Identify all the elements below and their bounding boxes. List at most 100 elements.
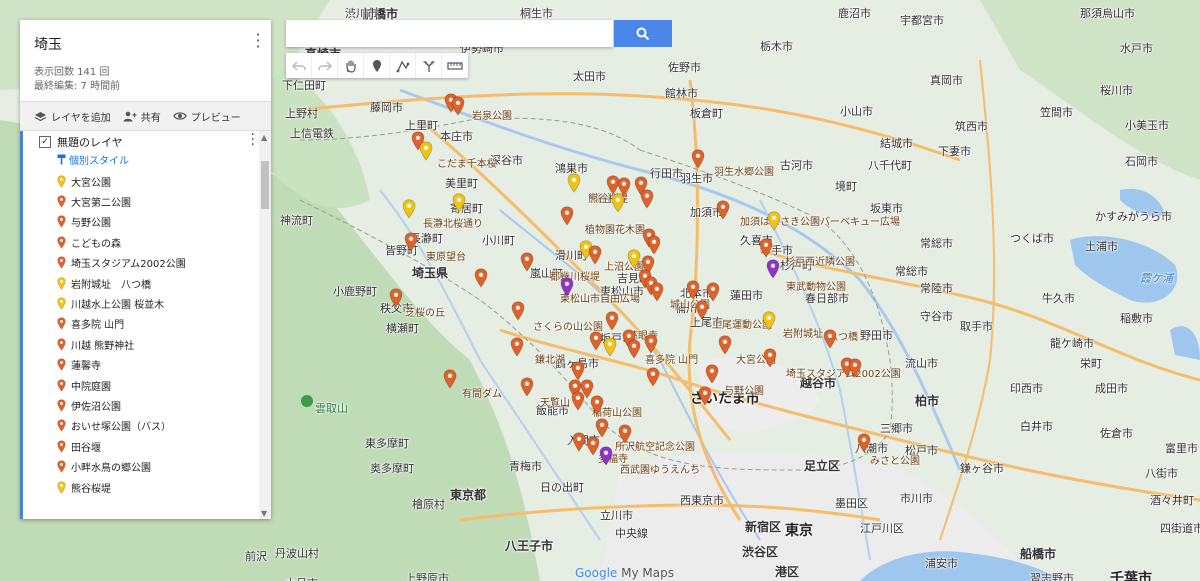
place-list-item[interactable]: 蓮馨寺 [57, 355, 271, 375]
map-pin[interactable] [520, 252, 534, 272]
map-place-label[interactable]: 与野公園 [724, 382, 764, 397]
map-place-label[interactable]: 西武園ゆうえんち [620, 461, 700, 476]
place-list-item[interactable]: 中院庭園 [57, 375, 271, 395]
map-place-label[interactable]: 羽生水郷公園 [714, 163, 774, 178]
map-pin[interactable] [762, 311, 776, 331]
map-place-label[interactable]: 東原望台 [426, 248, 466, 263]
map-pin[interactable] [560, 277, 574, 297]
map-pin[interactable] [695, 300, 709, 320]
map-title[interactable]: 埼玉 [34, 34, 257, 54]
map-pin[interactable] [510, 337, 524, 357]
map-pin[interactable] [627, 249, 641, 269]
place-list-item[interactable]: 喜多院 山門 [57, 314, 271, 334]
map-pin[interactable] [402, 199, 416, 219]
map-pin[interactable] [603, 337, 617, 357]
map-place-label[interactable]: 芝桜の丘 [405, 304, 445, 319]
place-list-item[interactable]: こどもの森 [57, 232, 271, 252]
individual-style-link[interactable]: 個別スタイル [23, 153, 271, 171]
map-place-label[interactable]: 天覧山 [540, 394, 570, 409]
place-list-item[interactable]: 田谷堰 [57, 436, 271, 456]
map-pin[interactable] [571, 361, 585, 381]
pan-hand-button[interactable] [338, 53, 364, 78]
place-list-item[interactable]: 熊谷桜堤 [57, 477, 271, 497]
map-pin[interactable] [560, 206, 574, 226]
place-list-item[interactable]: 大宮公園 [57, 171, 271, 191]
map-pin[interactable] [646, 367, 660, 387]
map-place-label[interactable]: 杉戸西近隣公園 [785, 253, 855, 268]
map-place-label[interactable]: 長瀞北桜通り [423, 215, 483, 230]
add-layer-button[interactable]: レイヤを追加 [34, 109, 111, 124]
map-pin[interactable] [611, 193, 625, 213]
search-button[interactable] [614, 20, 672, 47]
map-pin[interactable] [443, 369, 457, 389]
map-place-label[interactable]: 東武動物公園 [786, 278, 846, 293]
map-pin[interactable] [520, 377, 534, 397]
place-list-item[interactable]: 大宮第二公園 [57, 191, 271, 211]
map-pin[interactable] [716, 200, 730, 220]
map-pin[interactable] [419, 141, 433, 161]
map-pin[interactable] [452, 193, 466, 213]
map-pin[interactable] [451, 96, 465, 116]
map-pin[interactable] [588, 245, 602, 265]
map-pin[interactable] [644, 334, 658, 354]
map-pin[interactable] [823, 329, 837, 349]
map-place-label[interactable]: 岩附城址 [783, 325, 823, 340]
map-pin[interactable] [511, 301, 525, 321]
map-pin[interactable] [766, 259, 780, 279]
scroll-down-icon[interactable]: ▼ [261, 509, 267, 518]
place-list-item[interactable]: 川越水上公園 桜並木 [57, 293, 271, 313]
map-pin[interactable] [686, 280, 700, 300]
map-place-label[interactable]: 有間ダム [462, 385, 502, 400]
place-list-item[interactable]: 小畔水鳥の郷公園 [57, 456, 271, 476]
map-place-label[interactable]: 植物園花木園 [585, 221, 645, 236]
map-place-label[interactable]: 加須はなさき公園バーベキュー広場 [740, 213, 900, 228]
map-place-label[interactable]: 都幾川桜堤 [550, 268, 600, 283]
share-button[interactable]: 共有 [123, 109, 161, 124]
map-place-label[interactable]: こだま千本桜 [437, 155, 497, 170]
map-pin[interactable] [572, 432, 586, 452]
map-pin[interactable] [589, 331, 603, 351]
map-pin[interactable] [474, 268, 488, 288]
map-pin[interactable] [605, 311, 619, 331]
map-pin[interactable] [691, 149, 705, 169]
layer-name[interactable]: 無題のレイヤ [57, 134, 123, 150]
map-pin[interactable] [595, 418, 609, 438]
map-pin[interactable] [590, 395, 604, 415]
map-pin[interactable] [763, 348, 777, 368]
map-pin[interactable] [848, 358, 862, 378]
layer-options-menu-icon[interactable]: · · · [251, 128, 255, 152]
map-pin[interactable] [389, 288, 403, 308]
map-options-menu-icon[interactable]: · · · [255, 27, 261, 55]
layer-visibility-checkbox[interactable]: ✓ [39, 136, 51, 148]
place-list-item[interactable]: 岩附城址 八つ橋 [57, 273, 271, 293]
scroll-up-icon[interactable]: ▲ [261, 133, 267, 142]
map-pin[interactable] [640, 189, 654, 209]
scrollbar-thumb[interactable] [261, 161, 269, 209]
measure-button[interactable] [442, 53, 468, 78]
map-pin[interactable] [718, 335, 732, 355]
map-pin[interactable] [767, 211, 781, 231]
place-list-item[interactable]: 埼玉スタジアム2002公園 [57, 253, 271, 273]
map-pin[interactable] [599, 446, 613, 466]
map-place-label[interactable]: 鎌北湖 [535, 351, 565, 366]
map-pin[interactable] [647, 235, 661, 255]
map-pin[interactable] [705, 364, 719, 384]
add-marker-button[interactable] [364, 53, 390, 78]
map-pin[interactable] [627, 339, 641, 359]
map-place-label[interactable]: みさと公園 [870, 452, 920, 467]
map-pin[interactable] [618, 424, 632, 444]
place-list-item[interactable]: 川越 熊野神社 [57, 334, 271, 354]
place-list-item[interactable]: 伊佐沼公園 [57, 395, 271, 415]
map-pin[interactable] [650, 282, 664, 302]
search-input[interactable] [286, 20, 613, 47]
map-pin[interactable] [706, 282, 720, 302]
map-pin[interactable] [571, 391, 585, 411]
map-pin[interactable] [698, 386, 712, 406]
preview-button[interactable]: プレビュー [172, 109, 241, 124]
map-place-label[interactable]: 岩泉公園 [472, 107, 512, 122]
map-pin[interactable] [404, 232, 418, 252]
undo-button[interactable] [286, 53, 312, 78]
place-list-item[interactable]: おいせ塚公園（バス） [57, 416, 271, 436]
directions-button[interactable] [416, 53, 442, 78]
map-pin[interactable] [567, 173, 581, 193]
